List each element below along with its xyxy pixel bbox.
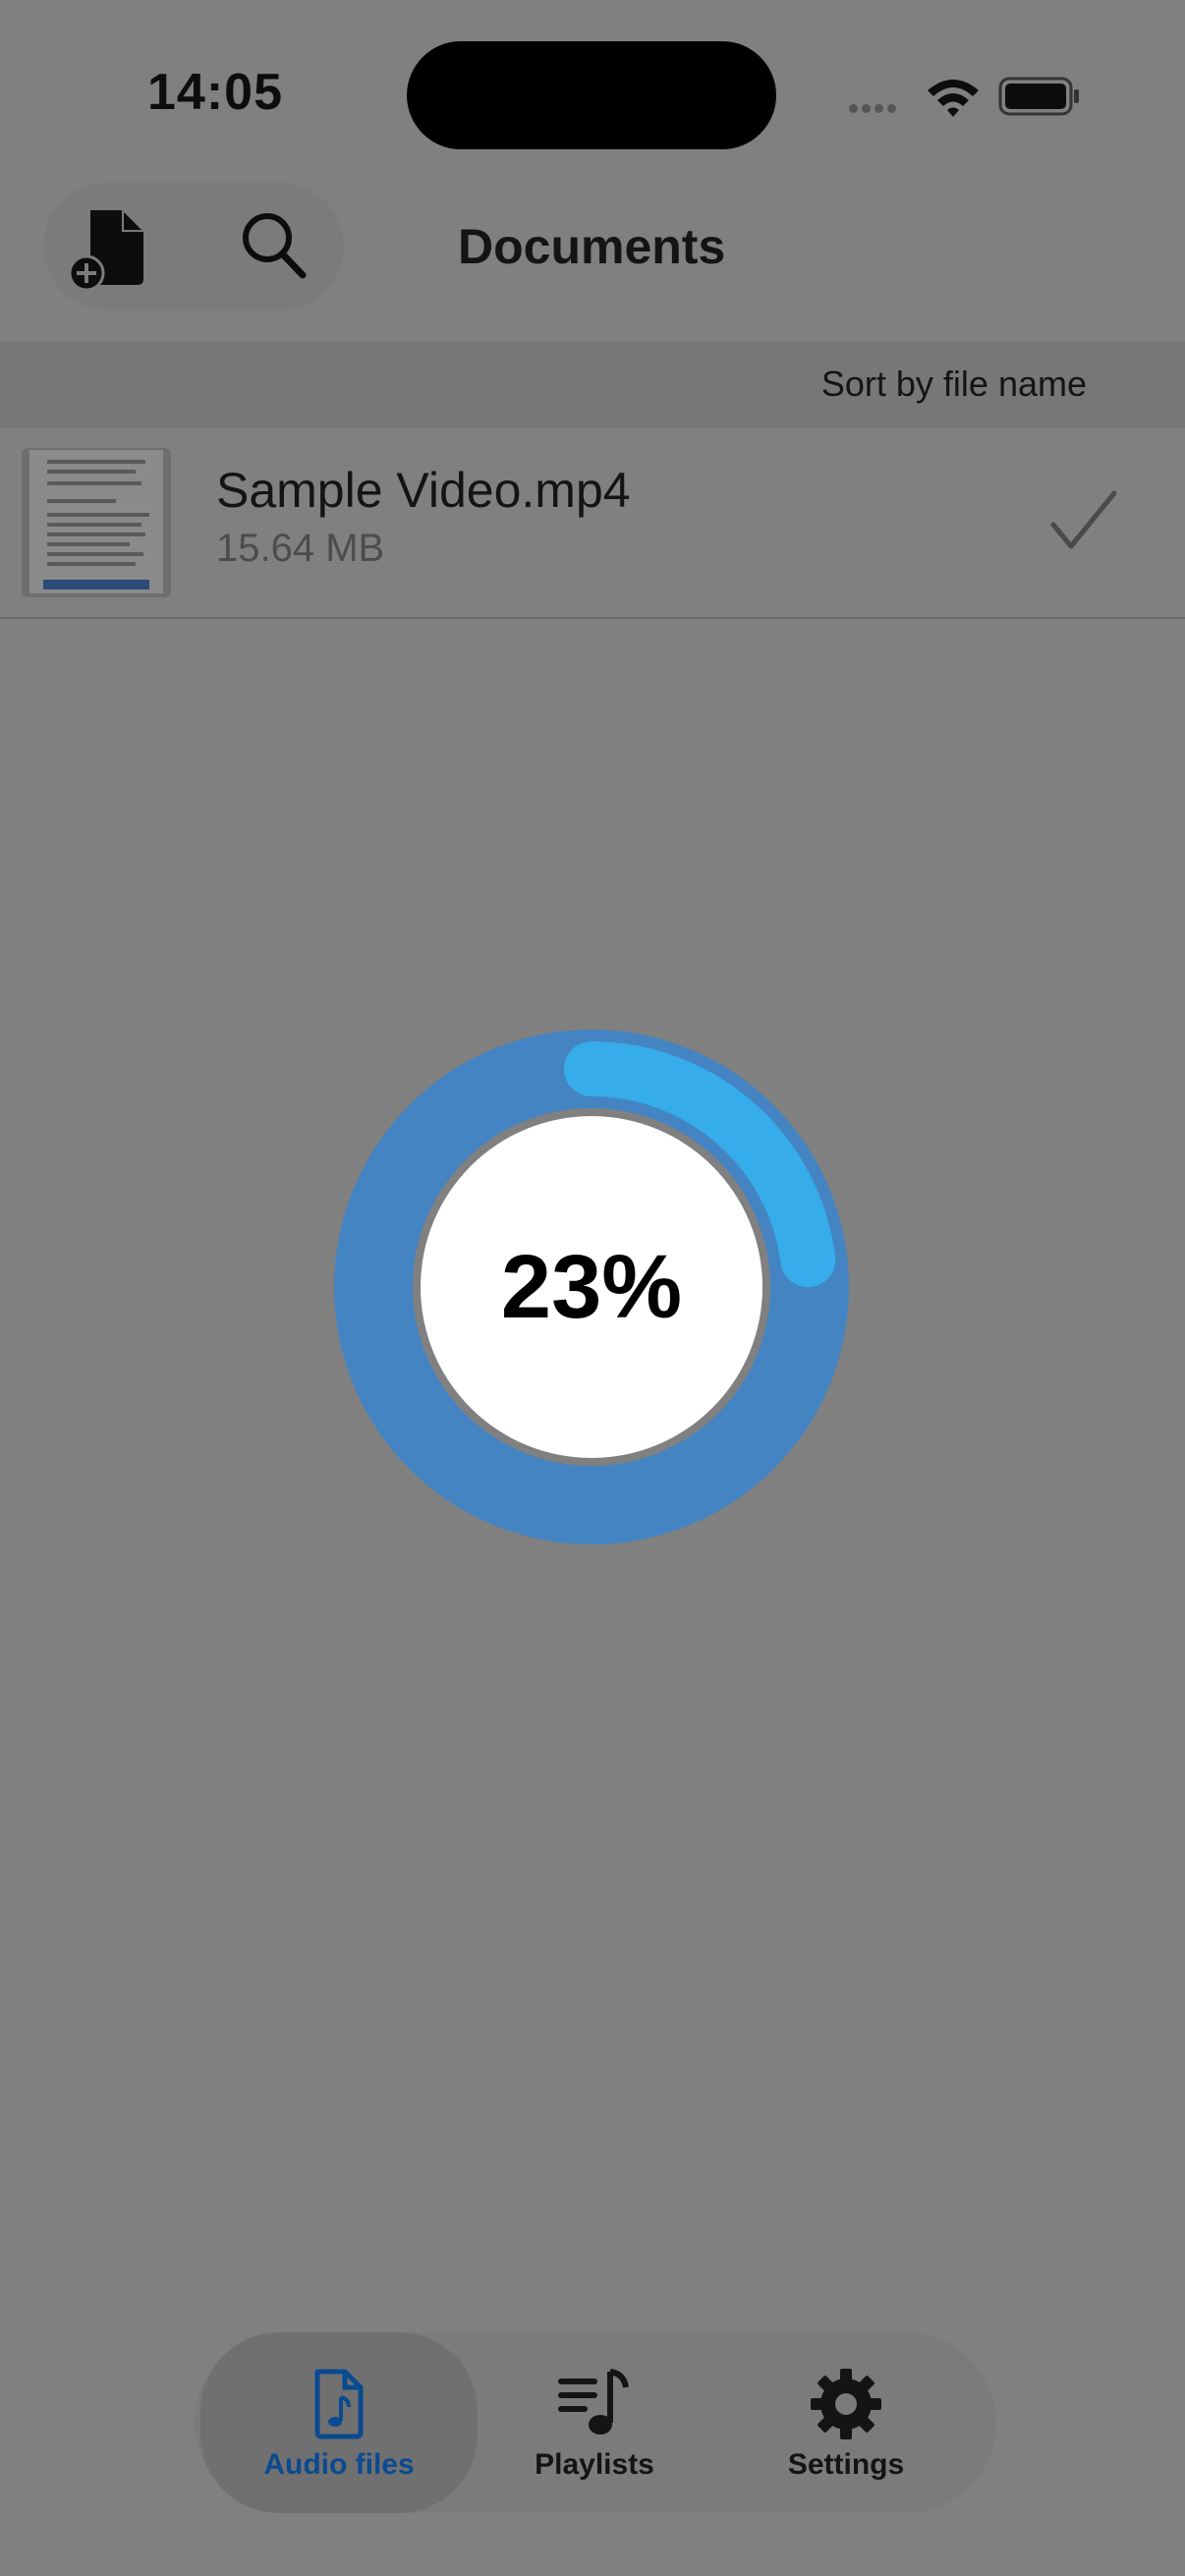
playlist-icon <box>558 2369 629 2435</box>
list-item[interactable]: Sample Video.mp4 15.64 MB <box>0 428 1185 619</box>
file-thumbnail <box>22 448 171 597</box>
gear-icon <box>811 2369 881 2439</box>
tab-audio-files[interactable]: Audio files <box>200 2332 478 2513</box>
battery-icon <box>998 77 1079 116</box>
tab-bar: Audio files Playlists Settings <box>195 2332 996 2513</box>
tab-settings[interactable]: Settings <box>743 2332 949 2513</box>
tab-label: Settings <box>787 2448 905 2481</box>
checkmark-icon <box>1050 490 1117 549</box>
add-document-icon[interactable] <box>69 208 149 293</box>
tab-playlists[interactable]: Playlists <box>491 2332 698 2513</box>
file-size: 15.64 MB <box>216 527 385 570</box>
search-icon[interactable] <box>240 210 309 281</box>
file-name: Sample Video.mp4 <box>216 463 631 518</box>
progress-percent: 23% <box>500 1236 683 1337</box>
wifi-icon <box>928 80 979 117</box>
tab-label: Playlists <box>535 2448 654 2481</box>
tab-label: Audio files <box>263 2448 415 2481</box>
page-title: Documents <box>458 219 726 274</box>
status-bar: 14:05 <box>0 0 1185 187</box>
cellular-signal-icon <box>849 100 900 118</box>
status-time: 14:05 <box>147 64 283 121</box>
sort-bar[interactable]: Sort by file name <box>0 342 1185 428</box>
sort-label[interactable]: Sort by file name <box>821 364 1087 405</box>
dynamic-island <box>407 41 776 149</box>
audio-file-icon <box>314 2369 364 2439</box>
